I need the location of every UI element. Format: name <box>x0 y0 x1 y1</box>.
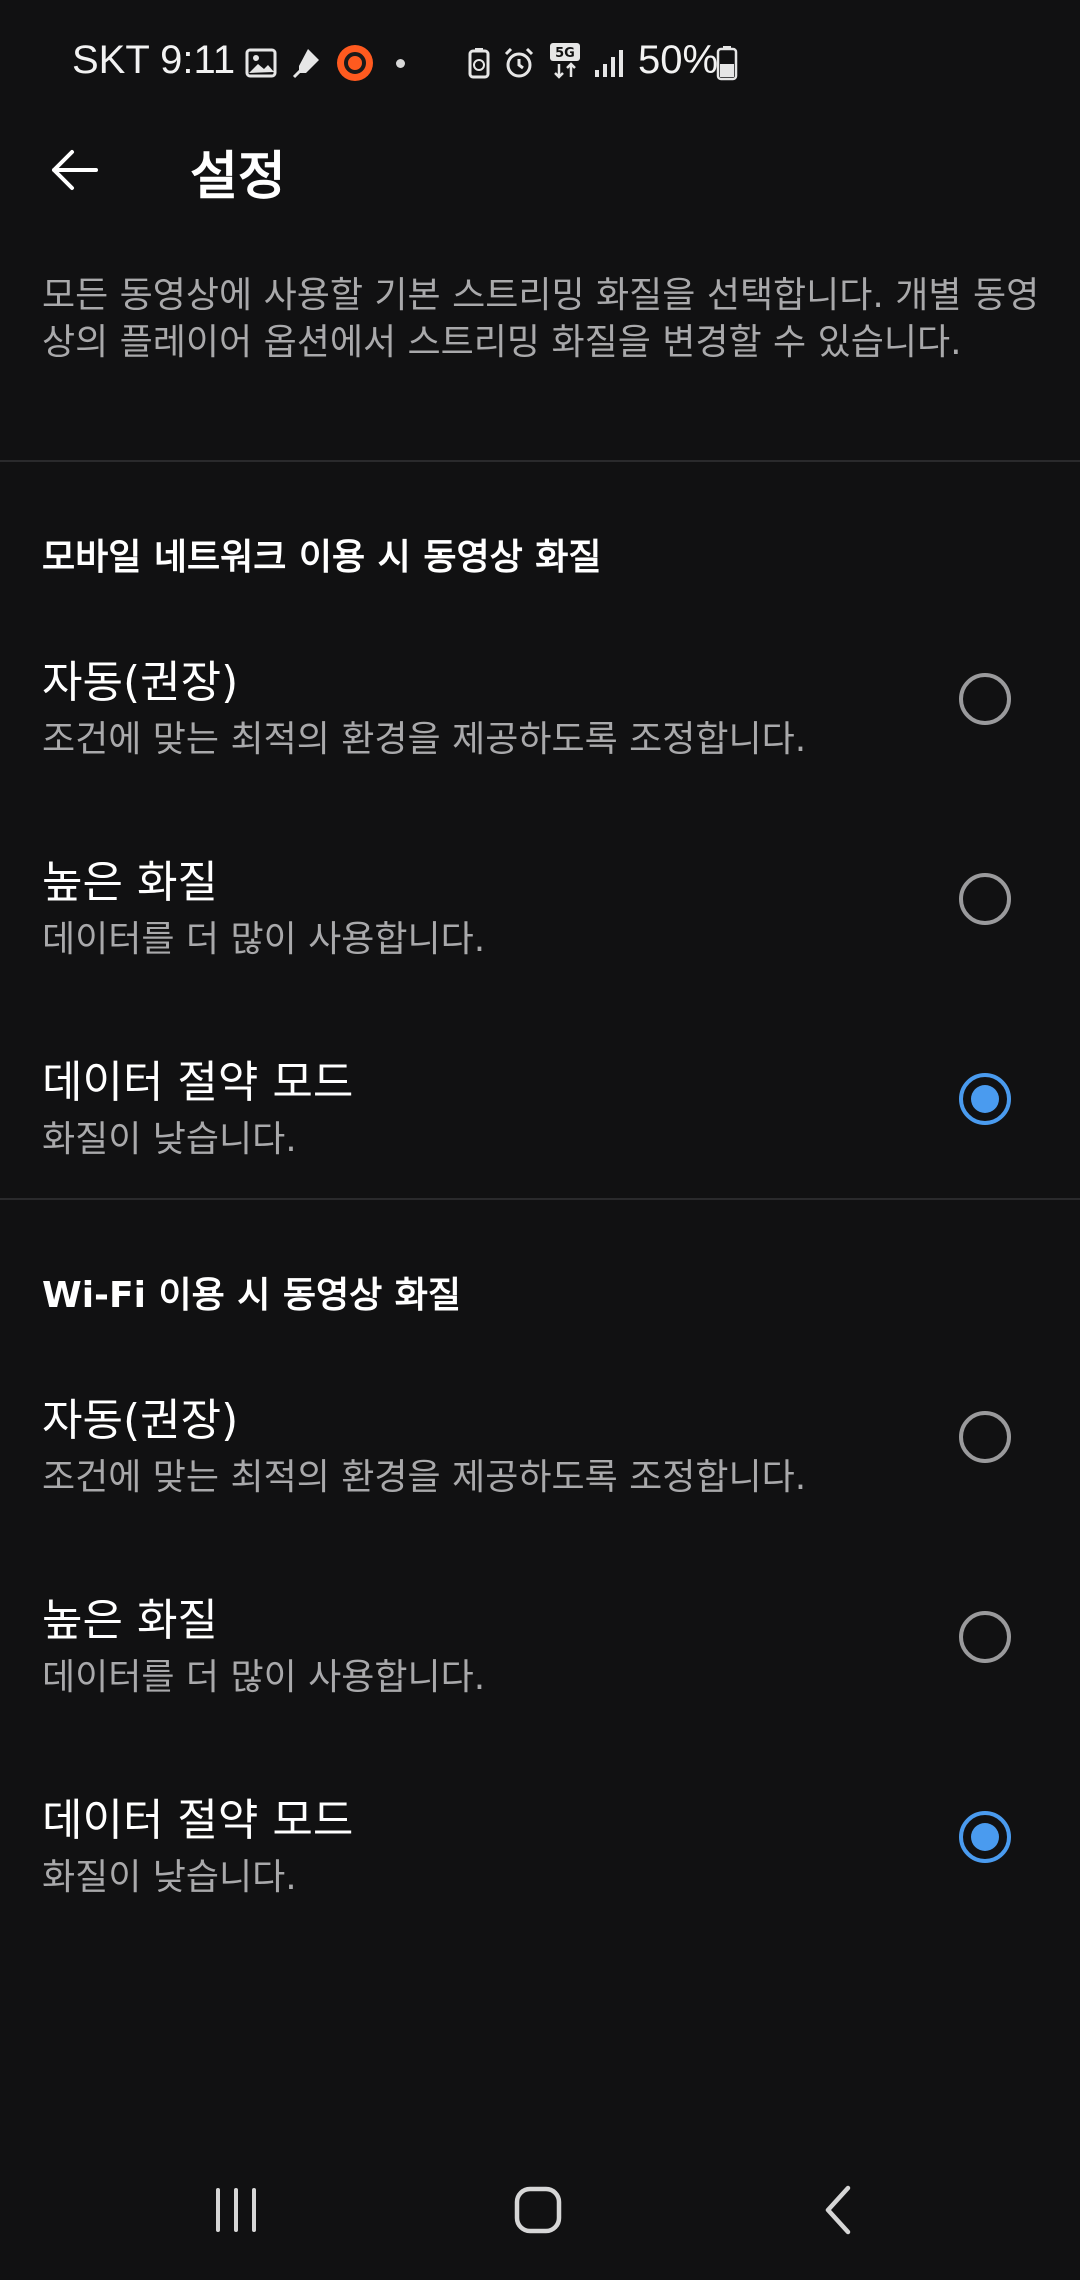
notification-dot-icon <box>396 59 405 68</box>
option-mobile-auto[interactable]: 자동(권장) 조건에 맞는 최적의 환경을 제공하도록 조정합니다. <box>0 646 1080 826</box>
radio-button[interactable] <box>959 873 1011 925</box>
home-button[interactable] <box>478 2170 598 2250</box>
option-description: 데이터를 더 많이 사용합니다. <box>42 1657 486 1698</box>
alarm-icon <box>502 46 536 80</box>
back-nav-button[interactable] <box>780 2170 900 2250</box>
back-icon <box>825 2185 851 2235</box>
page-title: 설정 <box>190 147 286 207</box>
radio-button[interactable] <box>959 1611 1011 1663</box>
app-bar: 설정 <box>0 126 1080 207</box>
battery-saver-icon <box>462 46 496 80</box>
option-title: 데이터 절약 모드 <box>42 1057 354 1108</box>
option-wifi-high[interactable]: 높은 화질 데이터를 더 많이 사용합니다. <box>0 1584 1080 1764</box>
gallery-icon <box>244 46 278 80</box>
svg-text:5G: 5G <box>555 46 575 61</box>
option-wifi-auto[interactable]: 자동(권장) 조건에 맞는 최적의 환경을 제공하도록 조정합니다. <box>0 1384 1080 1564</box>
option-description: 데이터를 더 많이 사용합니다. <box>42 919 486 960</box>
radio-button-selected[interactable] <box>959 1811 1011 1863</box>
section-header-mobile: 모바일 네트워크 이용 시 동영상 화질 <box>42 537 602 578</box>
radio-button[interactable] <box>959 1411 1011 1463</box>
option-mobile-high[interactable]: 높은 화질 데이터를 더 많이 사용합니다. <box>0 846 1080 1026</box>
battery-percentage: 50% <box>638 38 719 82</box>
battery-icon <box>716 44 738 82</box>
option-description: 조건에 맞는 최적의 환경을 제공하도록 조정합니다. <box>42 719 807 760</box>
radio-button-selected[interactable] <box>959 1073 1011 1125</box>
option-description: 화질이 낮습니다. <box>42 1119 297 1160</box>
option-title: 높은 화질 <box>42 1595 218 1646</box>
radio-button[interactable] <box>959 673 1011 725</box>
status-bar: SKT 9:11 5G 50% <box>0 0 1080 126</box>
option-title: 높은 화질 <box>42 857 218 908</box>
recents-button[interactable] <box>176 2170 296 2250</box>
option-title: 데이터 절약 모드 <box>42 1795 354 1846</box>
recents-icon <box>216 2188 256 2232</box>
record-icon <box>336 44 374 82</box>
arrow-left-icon <box>52 150 98 190</box>
option-wifi-data-saver[interactable]: 데이터 절약 모드 화질이 낮습니다. <box>0 1784 1080 1964</box>
home-icon <box>514 2186 562 2234</box>
back-button[interactable] <box>30 130 118 210</box>
divider <box>0 460 1080 462</box>
option-title: 자동(권장) <box>42 1395 239 1446</box>
5g-signal-icon: 5G <box>548 42 584 80</box>
option-description: 화질이 낮습니다. <box>42 1857 297 1898</box>
option-title: 자동(권장) <box>42 657 239 708</box>
option-description: 조건에 맞는 최적의 환경을 제공하도록 조정합니다. <box>42 1457 807 1498</box>
section-header-wifi: Wi-Fi 이용 시 동영상 화질 <box>42 1275 462 1316</box>
status-time: SKT 9:11 <box>72 38 236 82</box>
description-text: 모든 동영상에 사용할 기본 스트리밍 화질을 선택합니다. 개별 동영상의 플… <box>42 275 1040 363</box>
divider <box>0 1198 1080 1200</box>
navigation-bar <box>0 2150 1080 2280</box>
cell-signal-icon <box>592 46 626 80</box>
location-pin-icon <box>288 46 322 80</box>
